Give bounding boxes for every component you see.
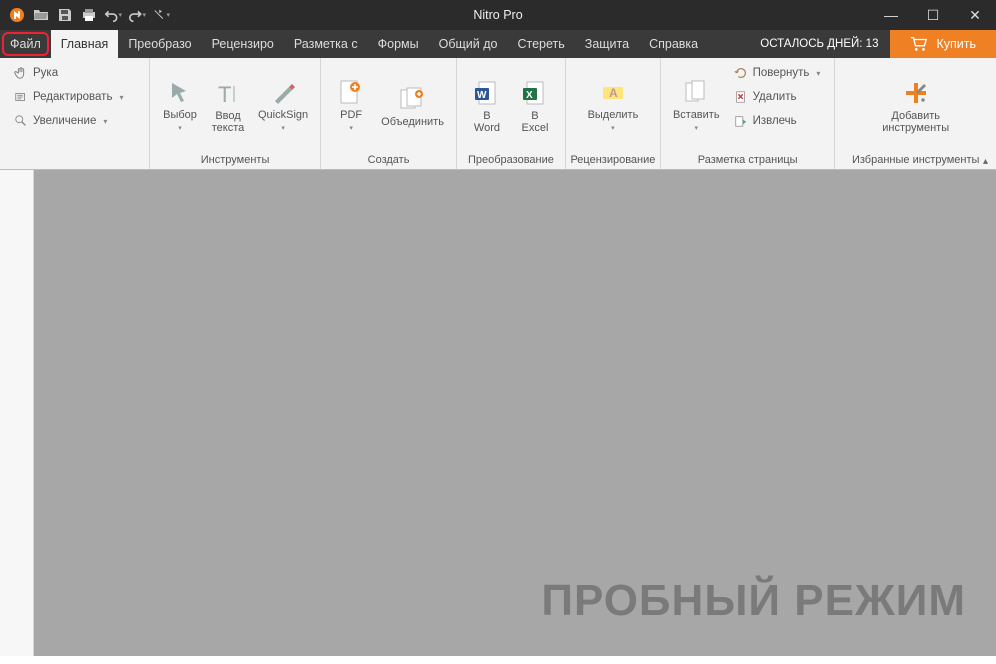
delete-button[interactable]: Удалить — [730, 86, 825, 108]
window-controls: — ☐ ✕ — [870, 0, 996, 30]
svg-text:T: T — [218, 82, 231, 107]
group-layout-label: Разметка страницы — [661, 152, 834, 169]
select-button[interactable]: Выбор▾ — [156, 60, 204, 150]
ribbon-group-review: A Выделить▾ Рецензирование — [566, 58, 661, 169]
edit-tool-button[interactable]: Редактировать▾ — [10, 86, 139, 108]
group-tools-label: Инструменты — [150, 152, 320, 169]
tab-convert[interactable]: Преобразо — [118, 30, 201, 58]
tab-page-layout[interactable]: Разметка с — [284, 30, 368, 58]
maximize-button[interactable]: ☐ — [912, 0, 954, 30]
collapse-ribbon-button[interactable]: ▴ — [983, 156, 988, 167]
buy-label: Купить — [936, 37, 976, 51]
group-create-label: Создать — [321, 152, 456, 169]
zoom-tool-button[interactable]: Увеличение▾ — [10, 110, 139, 132]
save-icon[interactable] — [56, 6, 74, 24]
ribbon: Рука Редактировать▾ Увеличение▾ Выбор▾ — [0, 58, 996, 170]
trial-days-label: ОСТАЛОСЬ ДНЕЙ: 13 — [748, 30, 890, 58]
group-review-label: Рецензирование — [566, 152, 660, 169]
ribbon-group-convert: W В Word X В Excel Преобразование — [457, 58, 566, 169]
tab-help[interactable]: Справка — [639, 30, 708, 58]
tab-file[interactable]: Файл — [0, 30, 51, 58]
minimize-button[interactable]: — — [870, 0, 912, 30]
ribbon-group-view: Рука Редактировать▾ Увеличение▾ — [0, 58, 150, 169]
app-title: Nitro Pro — [473, 8, 522, 22]
tab-protect[interactable]: Защита — [575, 30, 639, 58]
delete-label: Удалить — [753, 91, 797, 103]
tab-review[interactable]: Рецензиро — [202, 30, 284, 58]
trial-watermark: ПРОБНЫЙ РЕЖИМ — [541, 576, 966, 626]
type-text-button[interactable]: T Ввод текста — [204, 60, 252, 150]
highlight-button[interactable]: A Выделить▾ — [572, 60, 654, 150]
group-convert-label: Преобразование — [457, 152, 565, 169]
extract-button[interactable]: Извлечь — [730, 110, 825, 132]
redo-icon[interactable]: ▾ — [128, 6, 146, 24]
rotate-label: Повернуть — [753, 67, 810, 79]
document-canvas[interactable]: ПРОБНЫЙ РЕЖИМ — [34, 170, 996, 656]
close-button[interactable]: ✕ — [954, 0, 996, 30]
pdf-button[interactable]: PDF▾ — [327, 60, 375, 150]
undo-icon[interactable]: ▾ — [104, 6, 122, 24]
ribbon-tab-bar: Файл Главная Преобразо Рецензиро Разметк… — [0, 30, 996, 58]
tab-share[interactable]: Общий до — [429, 30, 508, 58]
combine-button[interactable]: Объединить — [375, 60, 450, 150]
hand-tool-button[interactable]: Рука — [10, 62, 139, 84]
to-word-button[interactable]: W В Word — [463, 60, 511, 150]
insert-pages-button[interactable]: Вставить▾ — [667, 60, 726, 150]
tab-home[interactable]: Главная — [51, 30, 119, 58]
extract-label: Извлечь — [753, 115, 797, 127]
add-tools-button[interactable]: Добавить инструменты — [876, 60, 955, 150]
svg-text:W: W — [477, 90, 487, 101]
nitro-logo-icon — [8, 6, 26, 24]
customize-qat-icon[interactable]: ▾ — [152, 6, 170, 24]
svg-text:A: A — [609, 86, 618, 100]
open-icon[interactable] — [32, 6, 50, 24]
ribbon-group-create: PDF▾ Объединить Создать — [321, 58, 457, 169]
rotate-button[interactable]: Повернуть▾ — [730, 62, 825, 84]
to-excel-button[interactable]: X В Excel — [511, 60, 559, 150]
zoom-label: Увеличение — [33, 115, 96, 127]
hand-label: Рука — [33, 67, 58, 79]
print-icon[interactable] — [80, 6, 98, 24]
tab-forms[interactable]: Формы — [368, 30, 429, 58]
buy-button[interactable]: Купить — [890, 30, 996, 58]
tab-erase[interactable]: Стереть — [507, 30, 574, 58]
title-bar: ▾ ▾ ▾ Nitro Pro — ☐ ✕ — [0, 0, 996, 30]
cart-icon — [910, 36, 928, 52]
nav-pane-rail[interactable] — [0, 170, 34, 656]
quick-access-toolbar: ▾ ▾ ▾ — [0, 6, 170, 24]
ribbon-group-page-layout: Вставить▾ Повернуть▾ Удалить Извлечь Раз… — [661, 58, 835, 169]
quicksign-button[interactable]: QuickSign▾ — [252, 60, 314, 150]
svg-text:X: X — [526, 90, 533, 101]
edit-label: Редактировать — [33, 91, 112, 103]
ribbon-group-favorites: Добавить инструменты Избранные инструмен… — [835, 58, 996, 169]
ribbon-group-tools: Выбор▾ T Ввод текста QuickSign▾ Инструме… — [150, 58, 321, 169]
document-area: ПРОБНЫЙ РЕЖИМ — [0, 170, 996, 656]
group-favorites-label: Избранные инструменты — [835, 152, 996, 169]
